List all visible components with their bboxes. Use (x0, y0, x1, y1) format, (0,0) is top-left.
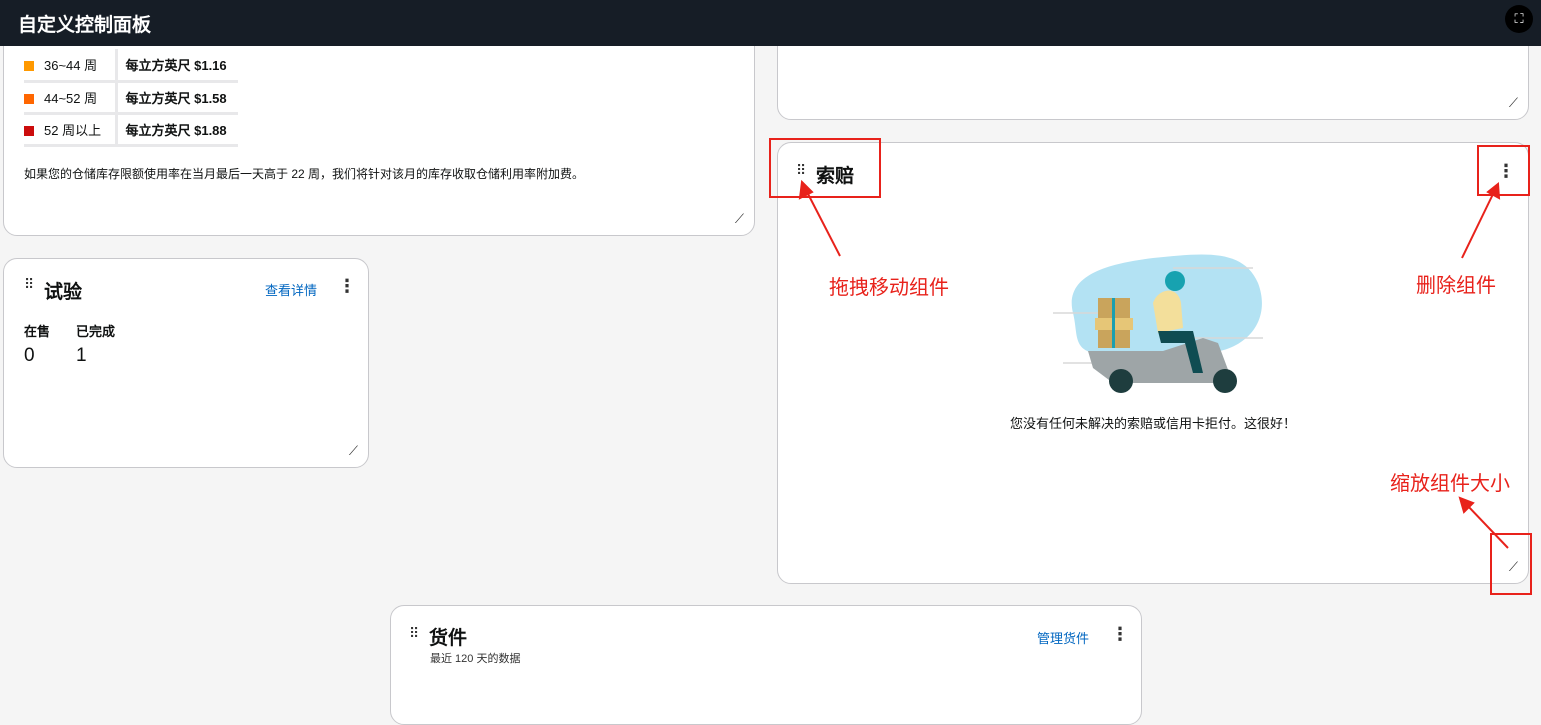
annotation-arrows (798, 179, 1509, 549)
